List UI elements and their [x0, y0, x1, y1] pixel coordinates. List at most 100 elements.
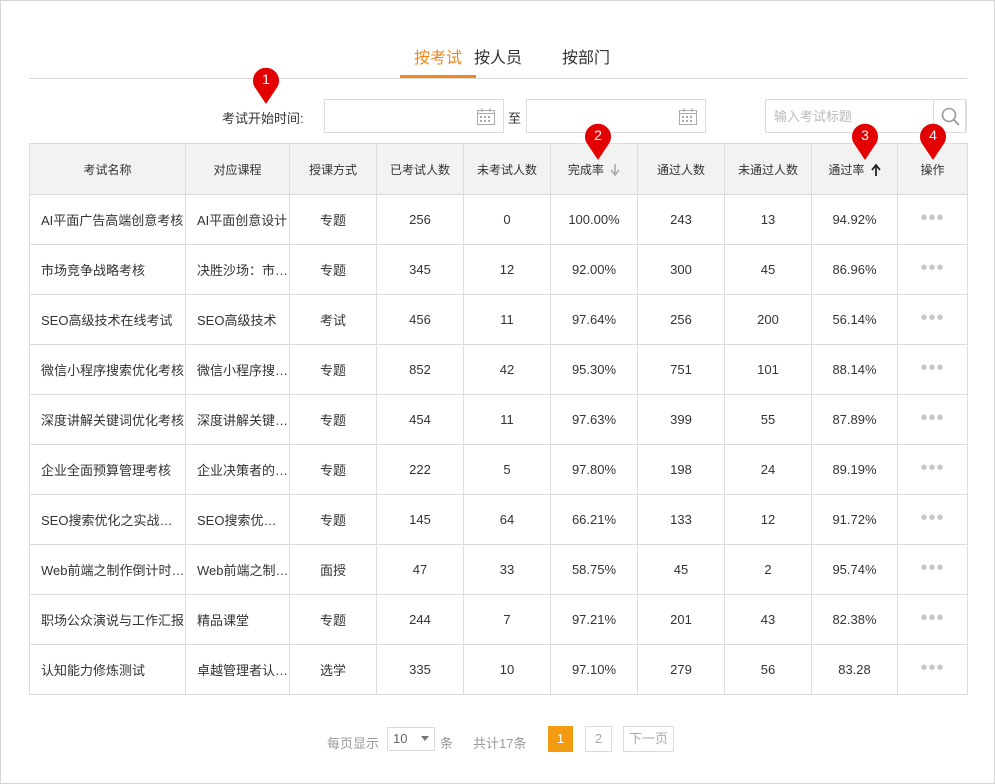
cell-passed-count: 399 [637, 394, 725, 445]
cell-not-examined-count: 5 [463, 444, 551, 495]
cell-teaching-mode: 专题 [289, 444, 377, 495]
cell-examined-count: 456 [376, 294, 464, 345]
cell-pass-rate: 86.96% [811, 244, 898, 295]
cell-examined-count: 256 [376, 194, 464, 245]
cell-not-examined-count: 42 [463, 344, 551, 395]
cell-not-examined-count: 11 [463, 294, 551, 345]
cell-course: 微信小程序搜索优化 [185, 344, 290, 395]
cell-teaching-mode: 专题 [289, 344, 377, 395]
cell-actions[interactable]: ••• [897, 294, 968, 345]
start-date-field[interactable] [324, 99, 504, 133]
col-header-teaching-mode: 授课方式 [289, 143, 377, 195]
cell-actions[interactable]: ••• [897, 644, 968, 695]
cell-exam-name: SEO高级技术在线考试 [29, 294, 186, 345]
more-actions-icon[interactable]: ••• [920, 508, 944, 528]
cell-actions[interactable]: ••• [897, 194, 968, 245]
page-size-value: 10 [393, 731, 408, 746]
table-row: 企业全面预算管理考核企业决策者的全面预算专题222597.80%1982489.… [29, 444, 968, 495]
cell-not-examined-count: 64 [463, 494, 551, 545]
table-row: SEO高级技术在线考试 SEO高级技术 考试 456 11 97.64% 256 200 56.… [29, 294, 968, 345]
cell-passed-count: 751 [637, 344, 725, 395]
more-actions-icon[interactable]: ••• [920, 308, 944, 328]
table-row: 微信小程序搜索优化考核微信小程序搜索优化专题8524295.30%7511018… [29, 344, 968, 395]
col-header-failed: 未通过人数 [724, 143, 812, 195]
sort-up-icon[interactable] [870, 164, 881, 177]
cell-actions[interactable]: ••• [897, 344, 968, 395]
cell-completion-rate: 100.00% [550, 194, 638, 245]
page-size-select[interactable]: 10 [387, 727, 435, 751]
table-row: Web前端之制作倒计时考核Web前端之制作倒计时面授473358.75%4529… [29, 544, 968, 595]
table-row: 职场公众演说与工作汇报 精品课堂 专题 244 7 97.21% 201 43 82.38% ••… [29, 594, 968, 645]
cell-exam-name: 市场竞争战略考核 [29, 244, 186, 295]
more-actions-icon[interactable]: ••• [920, 208, 944, 228]
cell-course: AI平面创意设计 [185, 194, 290, 245]
cell-teaching-mode: 专题 [289, 594, 377, 645]
cell-course: 精品课堂 [185, 594, 290, 645]
calendar-icon[interactable] [477, 108, 495, 125]
start-date-input[interactable] [325, 100, 465, 132]
cell-examined-count: 345 [376, 244, 464, 295]
cell-not-examined-count: 12 [463, 244, 551, 295]
cell-course: 深度讲解关键词优化 [185, 394, 290, 445]
cell-failed-count: 24 [724, 444, 812, 495]
cell-course: SEO高级技术 [185, 294, 290, 345]
table-row: AI平面广告高端创意考核 AI平面创意设计 专题 256 0 100.00% 243 13 94… [29, 194, 968, 245]
page-button-2[interactable]: 2 [585, 726, 612, 752]
cell-failed-count: 43 [724, 594, 812, 645]
cell-completion-rate: 95.30% [550, 344, 638, 395]
per-page-label: 每页显示 [327, 736, 380, 751]
cell-failed-count: 45 [724, 244, 812, 295]
more-actions-icon[interactable]: ••• [920, 408, 944, 428]
cell-actions[interactable]: ••• [897, 244, 968, 295]
cell-examined-count: 454 [376, 394, 464, 445]
cell-failed-count: 2 [724, 544, 812, 595]
more-actions-icon[interactable]: ••• [920, 558, 944, 578]
more-actions-icon[interactable]: ••• [920, 458, 944, 478]
table-header-row: 考试名称 对应课程 授课方式 已考试人数 未考试人数 完成率 通过人数 未通过人… [29, 143, 968, 195]
cell-failed-count: 12 [724, 494, 812, 545]
annotation-marker-3: 3 [850, 121, 880, 161]
more-actions-icon[interactable]: ••• [920, 358, 944, 378]
cell-examined-count: 222 [376, 444, 464, 495]
cell-actions[interactable]: ••• [897, 494, 968, 545]
cell-course: 企业决策者的全面预算 [185, 444, 290, 495]
more-actions-icon[interactable]: ••• [920, 258, 944, 278]
end-date-field[interactable] [526, 99, 706, 133]
cell-examined-count: 244 [376, 594, 464, 645]
cell-actions[interactable]: ••• [897, 394, 968, 445]
active-tab-underline [400, 75, 476, 78]
next-page-button[interactable]: 下一页 [623, 726, 674, 752]
cell-actions[interactable]: ••• [897, 444, 968, 495]
cell-exam-name: 微信小程序搜索优化考核 [29, 344, 186, 395]
more-actions-icon[interactable]: ••• [920, 658, 944, 678]
cell-failed-count: 56 [724, 644, 812, 695]
page-button-1[interactable]: 1 [548, 726, 573, 752]
col-header-exam-name: 考试名称 [29, 143, 186, 195]
cell-exam-name: Web前端之制作倒计时考核 [29, 544, 186, 595]
cell-exam-name: 企业全面预算管理考核 [29, 444, 186, 495]
cell-pass-rate: 87.89% [811, 394, 898, 445]
tab-by-person[interactable]: 按人员 [463, 44, 533, 68]
col-header-course: 对应课程 [185, 143, 290, 195]
cell-completion-rate: 92.00% [550, 244, 638, 295]
cell-passed-count: 45 [637, 544, 725, 595]
cell-not-examined-count: 11 [463, 394, 551, 445]
cell-exam-name: SEO搜索优化之实战考核 [29, 494, 186, 545]
cell-not-examined-count: 7 [463, 594, 551, 645]
tab-by-department[interactable]: 按部门 [551, 44, 621, 68]
cell-pass-rate: 83.28 [811, 644, 898, 695]
cell-completion-rate: 58.75% [550, 544, 638, 595]
cell-actions[interactable]: ••• [897, 544, 968, 595]
table-row: SEO搜索优化之实战考核SEO搜索优化之实战专题1456466.21%13312… [29, 494, 968, 545]
cell-examined-count: 852 [376, 344, 464, 395]
calendar-icon[interactable] [679, 108, 697, 125]
cell-completion-rate: 97.80% [550, 444, 638, 495]
per-page-unit: 条 [440, 736, 454, 751]
cell-actions[interactable]: ••• [897, 594, 968, 645]
cell-teaching-mode: 专题 [289, 194, 377, 245]
more-actions-icon[interactable]: ••• [920, 608, 944, 628]
cell-examined-count: 145 [376, 494, 464, 545]
cell-completion-rate: 97.63% [550, 394, 638, 445]
sort-down-icon[interactable] [610, 164, 620, 177]
cell-completion-rate: 97.64% [550, 294, 638, 345]
